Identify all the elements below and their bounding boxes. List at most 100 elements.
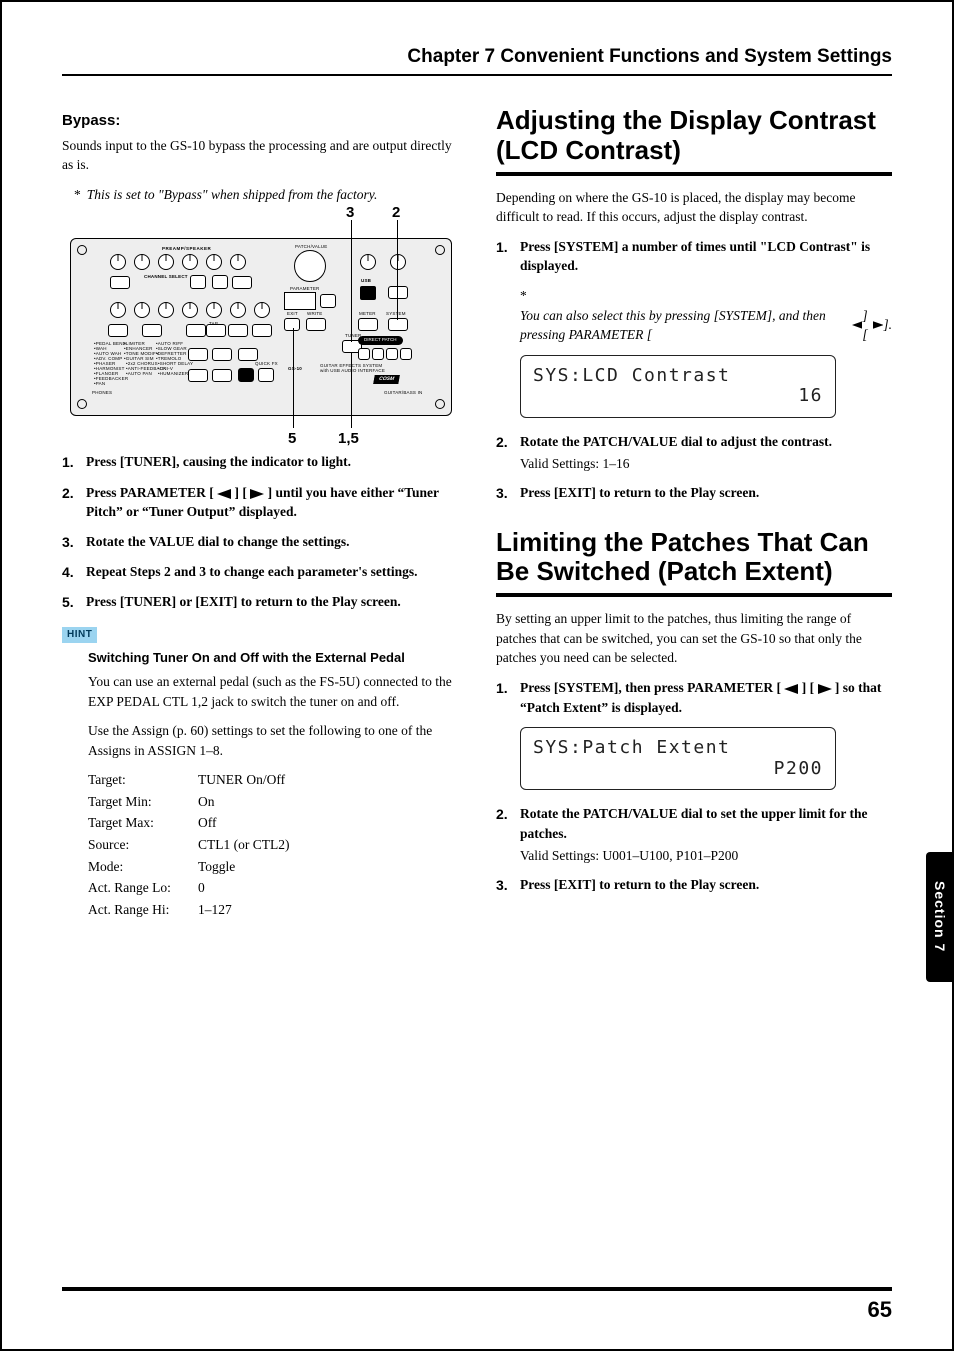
- exit-button[interactable]: [284, 318, 300, 331]
- page-number: 65: [868, 1297, 892, 1323]
- right-column: Adjusting the Display Contrast (LCD Cont…: [496, 102, 892, 1309]
- quick-label: QUICK FX: [255, 361, 278, 368]
- lcd-card-patch: SYS:Patch Extent P200: [520, 727, 836, 790]
- assign-row: Act. Range Hi:1–127: [88, 900, 460, 920]
- patch-extent-heading: Limiting the Patches That Can Be Switche…: [496, 528, 892, 588]
- meter-button[interactable]: [358, 318, 378, 331]
- hint-badge: HINT: [62, 627, 97, 644]
- right-arrow-icon: [873, 320, 884, 330]
- assign-row: Target:TUNER On/Off: [88, 770, 460, 790]
- system-label: SYSTEM: [386, 311, 406, 318]
- exit-label: EXIT: [287, 311, 298, 318]
- fx1-list2: •LIMITER •ENHANCER •TONE MODIFY •GUITAR …: [124, 342, 159, 362]
- right-arrow-icon: [250, 489, 264, 499]
- preamp-level-button[interactable]: [232, 276, 252, 289]
- channel-a-button[interactable]: [190, 275, 206, 289]
- direct-3[interactable]: [386, 348, 398, 360]
- list-item: 2. Press PARAMETER [ ] [ ] until you hav…: [62, 483, 460, 522]
- channel-b-button[interactable]: [212, 275, 228, 289]
- tap-button[interactable]: [206, 324, 226, 337]
- patch-steps-2: 2. Rotate the PATCH/VALUE dial to set th…: [496, 804, 892, 895]
- callout-5: 5: [288, 428, 296, 450]
- left-column: Bypass: Sounds input to the GS-10 bypass…: [62, 102, 460, 1309]
- assign-row: Target Min:On: [88, 792, 460, 812]
- right-arrow-icon: [818, 684, 832, 694]
- patch-label: PATCH/VALUE: [295, 244, 327, 251]
- direct-2[interactable]: [372, 348, 384, 360]
- odds-on-button[interactable]: [142, 324, 162, 337]
- lcd-line2: 16: [533, 386, 823, 407]
- callout-2: 2: [392, 202, 400, 224]
- step-2-text: Press PARAMETER [ ] [ ] until you have e…: [86, 483, 460, 522]
- hint-title: Switching Tuner On and Off with the Exte…: [88, 649, 460, 668]
- list-item: 3.Press [EXIT] to return to the Play scr…: [496, 875, 892, 895]
- model-label: GS-10: [288, 366, 302, 371]
- direct-patch-label: DIRECT PATCH: [358, 336, 403, 345]
- delay-on-button[interactable]: [186, 324, 206, 337]
- usb-label: USB: [361, 278, 371, 285]
- lcd-line1: SYS:LCD Contrast: [533, 366, 823, 387]
- list-item: 1.Press [SYSTEM] a number of times until…: [496, 237, 892, 276]
- write-button[interactable]: [306, 318, 326, 331]
- lcd-line1: SYS:Patch Extent: [533, 738, 823, 759]
- patch-steps-1: 1. Press [SYSTEM], then press PARAMETER …: [496, 678, 892, 717]
- phones-label: PHONES: [92, 390, 112, 397]
- direct-1[interactable]: [358, 348, 370, 360]
- fx1-button[interactable]: [188, 348, 208, 361]
- channel-label: CHANNEL SELECT: [144, 274, 188, 281]
- left-arrow-icon: [217, 489, 231, 499]
- assign-row: Target Max:Off: [88, 813, 460, 833]
- lcd-display: [284, 292, 316, 310]
- lcd-contrast-heading: Adjusting the Display Contrast (LCD Cont…: [496, 106, 892, 166]
- list-item: 2. Rotate the PATCH/VALUE dial to adjust…: [496, 432, 892, 473]
- direct-4[interactable]: [400, 348, 412, 360]
- left-arrow-icon: [852, 320, 863, 330]
- assign-list: Target:TUNER On/Off Target Min:On Target…: [88, 770, 460, 919]
- bypass-note: *This is set to "Bypass" when shipped fr…: [74, 185, 460, 205]
- cosm-badge: COSM: [373, 375, 400, 384]
- reverb-on-button[interactable]: [252, 324, 272, 337]
- eq-button[interactable]: [212, 348, 232, 361]
- assign-button[interactable]: [212, 369, 232, 382]
- name-button[interactable]: [238, 348, 258, 361]
- callout-15: 1,5: [338, 428, 359, 450]
- preamp-on-button[interactable]: [110, 276, 130, 289]
- callout-3: 3: [346, 202, 354, 224]
- patch-extent-intro: By setting an upper limit to the patches…: [496, 609, 892, 668]
- patch-step1: Press [SYSTEM], then press PARAMETER [ ]…: [520, 678, 892, 717]
- fx2-list: •PHASER •HARMONIST •FLANGER •FEEDBACKER …: [94, 362, 128, 387]
- parameter-label: PARAMETER: [290, 286, 319, 293]
- lcd-contrast-intro: Depending on where the GS-10 is placed, …: [496, 188, 892, 227]
- list-item: 3.Press [EXIT] to return to the Play scr…: [496, 483, 892, 503]
- section-tab: Section 7: [926, 852, 954, 982]
- bypass-text: Sounds input to the GS-10 bypass the pro…: [62, 136, 460, 175]
- page: Section 7 65 Chapter 7 Convenient Functi…: [0, 0, 954, 1351]
- fx2-list3: •SHORT DELAY •UNI-V •HUMANIZER: [158, 362, 193, 377]
- chapter-title: Chapter 7 Convenient Functions and Syste…: [62, 46, 892, 76]
- hint-body-2: Use the Assign (p. 60) settings to set t…: [88, 721, 460, 760]
- list-item: 1. Press [SYSTEM], then press PARAMETER …: [496, 678, 892, 717]
- assign-row: Mode:Toggle: [88, 857, 460, 877]
- bypass-heading: Bypass:: [62, 110, 460, 132]
- list-item: 3.Rotate the VALUE dial to change the se…: [62, 532, 460, 552]
- list-item: 5.Press [TUNER] or [EXIT] to return to t…: [62, 592, 460, 612]
- fx1-list: •PEDAL BEND •WAH •AUTO WAH •ADV. COMP: [94, 342, 126, 362]
- output-select-button[interactable]: [238, 368, 254, 382]
- list-item: 1.Press [TUNER], causing the indicator t…: [62, 452, 460, 472]
- usb-port[interactable]: [360, 286, 376, 300]
- guitar-label: GUITAR/BASS IN: [384, 390, 422, 397]
- lcd-note: * You can also select this by pressing […: [520, 286, 892, 345]
- param-left-button[interactable]: [320, 294, 336, 308]
- preamp-label: PREAMP/SPEAKER: [162, 246, 211, 253]
- quick-fx-button[interactable]: [258, 368, 274, 382]
- chorus-on-button[interactable]: [228, 324, 248, 337]
- device-diagram: PREAMP/SPEAKER CHANNEL SELECT: [62, 214, 460, 440]
- lcd-line2: P200: [533, 759, 823, 780]
- fx1-list3: •AUTO RIFF •SLOW GEAR •DEFRETTER •TREMOL…: [156, 342, 187, 362]
- comp-on-button[interactable]: [108, 324, 128, 337]
- tuner-steps: 1.Press [TUNER], causing the indicator t…: [62, 452, 460, 612]
- footer-rule: [62, 1287, 892, 1291]
- model-subtitle: GUITAR EFFECTS SYSTEM with USB AUDIO INT…: [320, 364, 385, 373]
- lcd-steps-1: 1.Press [SYSTEM] a number of times until…: [496, 237, 892, 276]
- meter-label: METER: [359, 311, 376, 318]
